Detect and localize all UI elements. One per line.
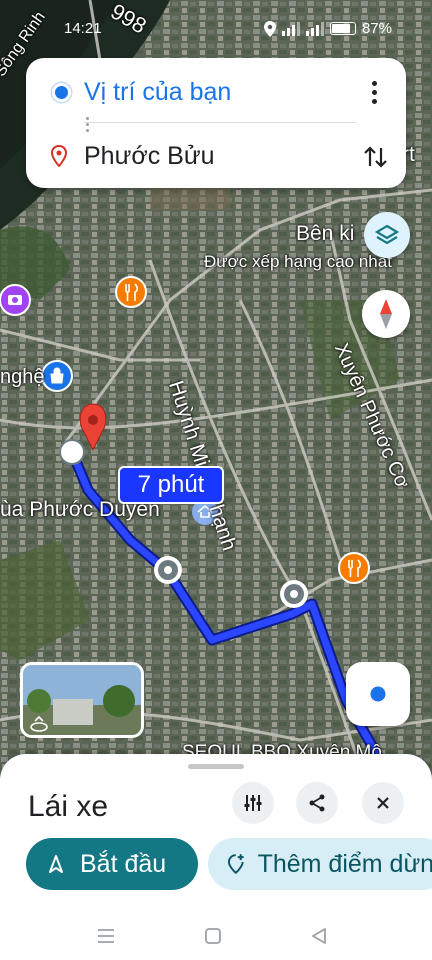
my-location-icon (367, 683, 389, 705)
route-card: Vị trí của bạn Phước Bửu (26, 58, 406, 188)
eta-chip[interactable]: 7 phút (118, 466, 224, 504)
map-label-poi: Bên ki (296, 222, 355, 245)
signal-icon (281, 21, 300, 36)
street-view-image (23, 665, 141, 735)
more-options-button[interactable] (362, 72, 386, 112)
signal-icon (305, 21, 324, 36)
street-view-thumbnail[interactable] (20, 662, 144, 738)
location-icon (263, 20, 276, 37)
add-location-icon (227, 854, 244, 875)
battery-percent: 87% (361, 20, 392, 37)
menu-icon[interactable] (96, 928, 116, 944)
restaurant-poi-icon (115, 276, 147, 308)
compass-button[interactable] (362, 290, 410, 338)
status-time: 14:21 (64, 20, 102, 37)
swap-icon (364, 146, 387, 168)
share-button[interactable] (296, 782, 338, 824)
my-location-button[interactable] (346, 662, 410, 726)
directions-sheet: Lái xe Bắt đầu Thêm điểm dừng (0, 754, 432, 960)
navigation-arrow-icon (49, 855, 63, 873)
origin-row[interactable]: Vị trí của bạn (26, 64, 406, 120)
map-label-poi: nghệ (0, 366, 45, 388)
origin-field[interactable]: Vị trí của bạn (84, 78, 231, 107)
compass-icon (380, 299, 392, 329)
travel-mode-title: Lái xe (28, 790, 109, 823)
add-stop-button[interactable]: Thêm điểm dừng (208, 838, 432, 890)
route-options-button[interactable] (232, 782, 274, 824)
restaurant-poi-icon (338, 552, 370, 584)
turn-marker (154, 556, 182, 584)
destination-row[interactable]: Phước Bửu (26, 128, 406, 184)
map-label-rated: Được xếp hạng cao nhất (204, 252, 392, 271)
battery-icon (329, 22, 356, 35)
shopping-poi-icon (41, 360, 73, 392)
swap-directions-button[interactable] (360, 136, 392, 176)
start-label: Bắt đầu (80, 849, 167, 878)
start-button[interactable]: Bắt đầu (26, 838, 198, 890)
camera-poi-icon (0, 284, 31, 316)
layers-icon (374, 224, 400, 245)
system-navigation-bar (0, 914, 432, 960)
layers-button[interactable] (364, 212, 410, 258)
sheet-drag-handle[interactable] (188, 764, 244, 769)
turn-marker (280, 580, 308, 608)
origin-dot-icon (52, 82, 71, 102)
close-button[interactable] (362, 782, 404, 824)
close-icon (377, 797, 389, 809)
add-stop-label: Thêm điểm dừng (257, 849, 432, 878)
back-icon[interactable] (310, 927, 328, 945)
status-bar: 14:21 87% (0, 0, 432, 40)
home-icon[interactable] (204, 927, 222, 945)
share-icon (309, 794, 325, 812)
destination-field[interactable]: Phước Bửu (84, 142, 214, 171)
tune-icon (244, 795, 262, 811)
destination-pin-icon (51, 145, 67, 167)
